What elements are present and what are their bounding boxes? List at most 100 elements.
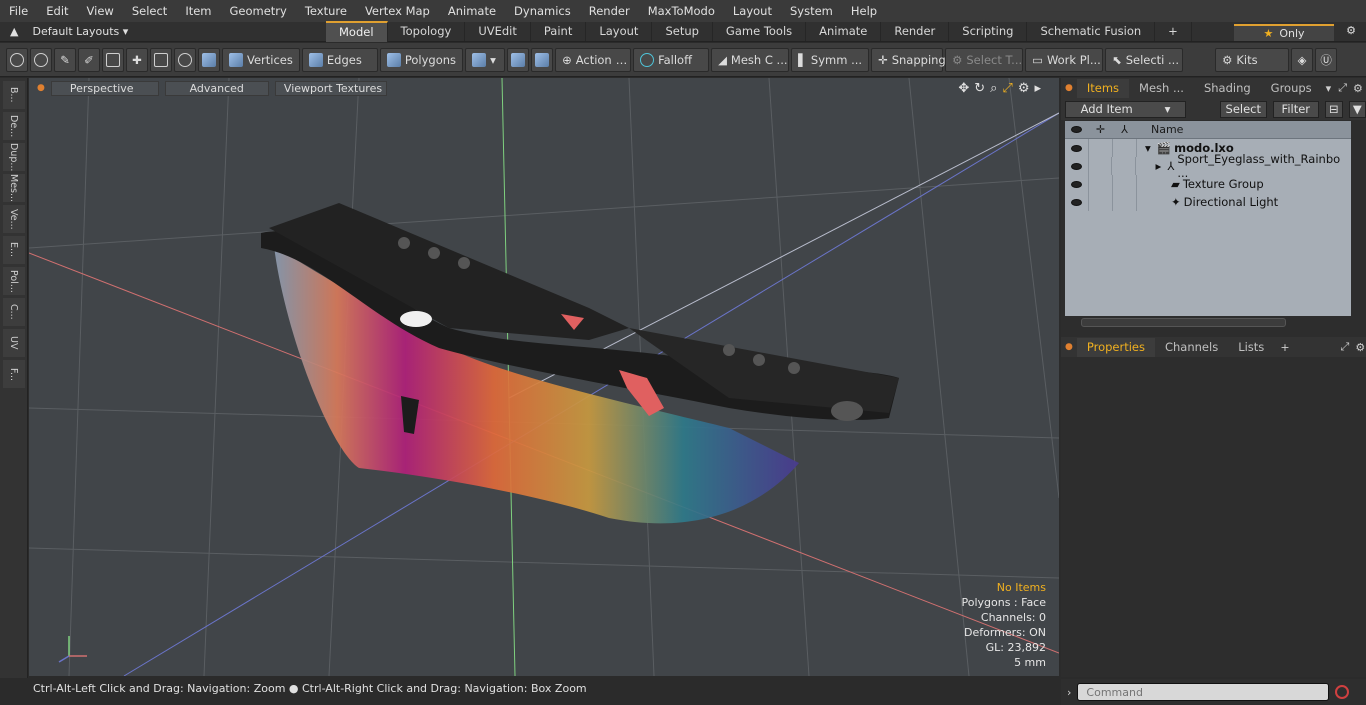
symmetry-toggle-b[interactable] [531, 47, 554, 72]
menu-vertex-map[interactable]: Vertex Map [356, 0, 439, 22]
left-tab-basic[interactable]: B... [2, 81, 25, 109]
falloff-button[interactable]: Falloff [633, 47, 710, 72]
tab-uvedit[interactable]: UVEdit [465, 22, 531, 41]
viewport-textures-dropdown[interactable]: Viewport Textures [274, 80, 388, 96]
menu-layout[interactable]: Layout [724, 0, 781, 22]
tab-render[interactable]: Render [881, 22, 950, 41]
left-tab-fusion[interactable]: F... [2, 360, 25, 388]
left-tab-vertex[interactable]: Ve... [2, 205, 25, 233]
menu-file[interactable]: File [0, 0, 37, 22]
menu-system[interactable]: System [781, 0, 842, 22]
action-center-button[interactable]: ⊕ Action… [555, 47, 632, 72]
unity-button[interactable]: ◈ [1291, 47, 1314, 72]
add-item-button[interactable]: Add Item ▾ [1065, 100, 1187, 118]
3d-viewport[interactable]: ● Perspective Advanced Viewport Textures… [29, 78, 1059, 676]
gear-icon[interactable]: ⚙ [1346, 24, 1356, 37]
vertices-button[interactable]: Vertices [222, 47, 300, 72]
rotate-tool[interactable] [174, 47, 196, 72]
expand-arrow-icon[interactable]: ▾ [1137, 141, 1151, 155]
menu-render[interactable]: Render [580, 0, 639, 22]
snapping-button[interactable]: ✛ Snapping [871, 47, 946, 72]
filter-button[interactable]: Filter [1272, 100, 1320, 118]
menu-view[interactable]: View [78, 0, 123, 22]
item-row-mesh[interactable]: ▸ ⅄ Sport_Eyeglass_with_Rainbo ... [1065, 152, 1351, 180]
tab-lists[interactable]: Lists [1228, 338, 1274, 357]
tabs-chevron-down-icon[interactable]: ▾ [1322, 82, 1336, 95]
eye-icon[interactable] [1065, 175, 1089, 193]
expand-right-icon[interactable]: ▸ [1034, 81, 1041, 96]
panel-gear-icon[interactable]: ⚙ [1352, 341, 1366, 354]
mesh-constraint-button[interactable]: ◢ Mesh C ... [711, 47, 790, 72]
pen-tool[interactable]: ✎ [54, 47, 76, 72]
menu-select[interactable]: Select [123, 0, 176, 22]
select-circle-tool[interactable] [6, 47, 28, 72]
viewport-gear-icon[interactable]: ⚙ [1018, 81, 1030, 96]
lock-column-icon[interactable]: ✛ [1089, 121, 1113, 138]
item-row-light[interactable]: ✦ Directional Light [1065, 193, 1351, 211]
menu-dynamics[interactable]: Dynamics [505, 0, 580, 22]
perspective-dropdown[interactable]: Perspective [50, 80, 159, 96]
expand-arrow-icon[interactable]: ▸ [1136, 159, 1162, 173]
tab-items[interactable]: Items [1076, 78, 1130, 98]
visibility-column-icon[interactable] [1065, 121, 1089, 138]
left-tab-edge[interactable]: E... [2, 236, 25, 264]
select-through-button[interactable]: ⚙ Select T... [945, 47, 1024, 72]
tab-topology[interactable]: Topology [388, 22, 466, 41]
item-mode-button[interactable] [198, 47, 220, 72]
tab-mesh[interactable]: Mesh ... [1129, 79, 1194, 98]
tab-setup[interactable]: Setup [652, 22, 713, 41]
only-toggle[interactable]: ★ Only [1234, 24, 1334, 41]
transform-tool[interactable] [102, 47, 124, 72]
layouts-dropdown[interactable]: Default Layouts ▾ [32, 25, 128, 38]
globe-tool[interactable] [30, 47, 52, 72]
eye-icon[interactable] [1065, 193, 1089, 211]
menu-texture[interactable]: Texture [296, 0, 356, 22]
command-input[interactable] [1077, 683, 1330, 701]
menu-edit[interactable]: Edit [37, 0, 77, 22]
left-tab-polygon[interactable]: Pol... [2, 267, 25, 295]
tab-scripting[interactable]: Scripting [949, 22, 1028, 41]
maximize-icon[interactable]: ⤢ [1002, 81, 1012, 96]
tab-properties[interactable]: Properties [1076, 337, 1155, 357]
record-icon[interactable] [1335, 685, 1350, 699]
menu-maxtomodo[interactable]: MaxToModo [639, 0, 724, 22]
unreal-button[interactable]: Ⓤ [1315, 47, 1338, 72]
add-tab-icon[interactable]: + [1155, 22, 1192, 41]
left-tab-curve[interactable]: C... [2, 298, 25, 326]
left-tab-mesh-edit[interactable]: Mes... [2, 174, 25, 202]
tab-shading[interactable]: Shading [1194, 79, 1261, 98]
advanced-dropdown[interactable]: Advanced [164, 80, 269, 96]
left-tab-uv[interactable]: UV [2, 329, 25, 357]
tab-groups[interactable]: Groups [1261, 79, 1322, 98]
orbit-icon[interactable]: ↻ [974, 81, 985, 96]
menu-help[interactable]: Help [842, 0, 886, 22]
selection-sets-button[interactable]: ⬉ Selecti ... [1105, 47, 1184, 72]
move-tool[interactable]: ✚ [126, 47, 148, 72]
collapse-icon[interactable]: ⊟ [1325, 100, 1343, 118]
polygons-button[interactable]: Polygons [379, 47, 464, 72]
left-tab-duplicate[interactable]: Dup... [2, 143, 25, 171]
zoom-icon[interactable]: ⌕ [990, 81, 997, 96]
tab-animate[interactable]: Animate [806, 22, 882, 41]
tab-paint[interactable]: Paint [531, 22, 587, 41]
eye-icon[interactable] [1065, 139, 1089, 157]
brush-tool[interactable]: ✐ [78, 47, 100, 72]
left-tab-deform[interactable]: De... [2, 112, 25, 140]
kits-button[interactable]: ⚙ Kits [1215, 47, 1290, 72]
layouts-selector[interactable]: ▲ Default Layouts ▾ [0, 25, 326, 38]
symmetry-button[interactable]: ▌ Symm ... [791, 47, 870, 72]
scale-tool[interactable] [150, 47, 172, 72]
tab-channels[interactable]: Channels [1155, 338, 1228, 357]
tab-schematic-fusion[interactable]: Schematic Fusion [1027, 22, 1156, 41]
tab-game-tools[interactable]: Game Tools [713, 22, 807, 41]
panel-gear-icon[interactable]: ⚙ [1350, 82, 1366, 95]
edges-button[interactable]: Edges [301, 47, 378, 72]
panel-expand-icon[interactable]: ⤢ [1338, 340, 1353, 354]
add-tab-icon[interactable]: + [1274, 341, 1295, 354]
menu-geometry[interactable]: Geometry [221, 0, 296, 22]
filter-funnel-icon[interactable]: ▼ [1348, 100, 1366, 118]
pan-icon[interactable]: ✥ [958, 81, 969, 96]
work-plane-button[interactable]: ▭ Work Pl... [1025, 47, 1104, 72]
menu-animate[interactable]: Animate [439, 0, 505, 22]
item-list-scrollbar[interactable] [1081, 318, 1286, 327]
